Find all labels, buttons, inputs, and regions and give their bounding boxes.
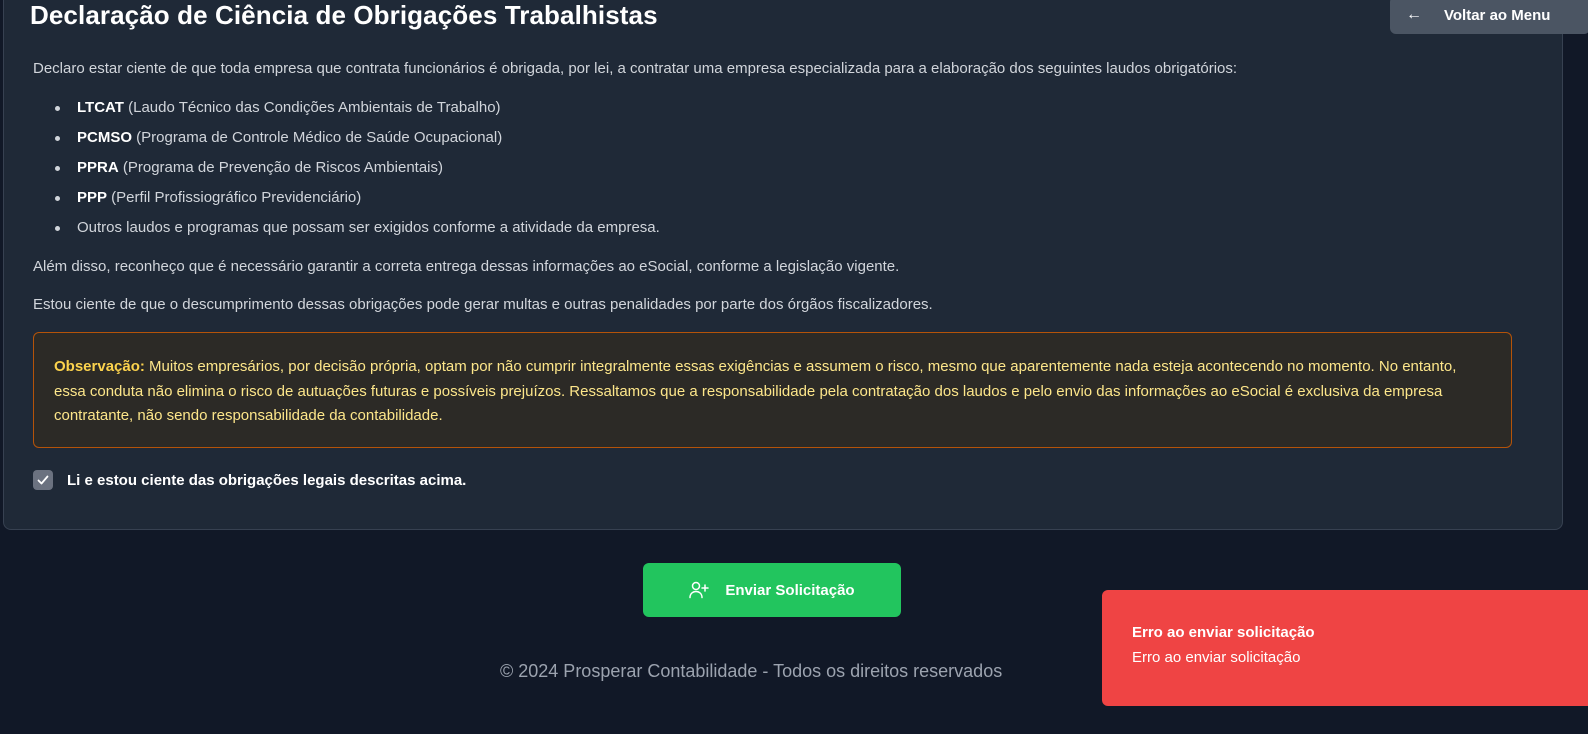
checkbox-label[interactable]: Li e estou ciente das obrigações legais … (67, 472, 466, 489)
report-desc: (Laudo Técnico das Condições Ambientais … (123, 99, 501, 116)
list-item: PCMSO (Programa de Controle Médico de Sa… (55, 127, 660, 157)
page: Declaração de Ciência de Obrigações Trab… (0, 0, 1588, 734)
toast-description: Erro ao enviar solicitação (1132, 649, 1301, 666)
reports-list: LTCAT (Laudo Técnico das Condições Ambie… (55, 97, 660, 247)
submit-button-label: Enviar Solicitação (725, 581, 855, 599)
esocial-text: Além disso, reconheço que é necessário g… (33, 258, 900, 275)
acknowledge-checkbox-row[interactable]: Li e estou ciente das obrigações legais … (33, 470, 466, 490)
observation-notice: Observação: Muitos empresários, por deci… (33, 332, 1512, 448)
page-title: Declaração de Ciência de Obrigações Trab… (30, 0, 658, 30)
report-desc: Outros laudos e programas que possam ser… (77, 219, 660, 236)
notice-label: Observação: (54, 358, 145, 375)
toast-title: Erro ao enviar solicitação (1132, 624, 1315, 641)
intro-text: Declaro estar ciente de que toda empresa… (33, 60, 1238, 77)
report-desc: (Programa de Controle Médico de Saúde Oc… (132, 129, 503, 146)
arrow-left-icon: ← (1406, 6, 1422, 23)
report-code: PPP (77, 189, 108, 206)
list-item: Outros laudos e programas que possam ser… (55, 217, 660, 247)
report-code: PCMSO (77, 129, 133, 146)
submit-request-button[interactable]: Enviar Solicitação (643, 563, 901, 617)
error-toast[interactable]: Erro ao enviar solicitação Erro ao envia… (1102, 590, 1588, 706)
user-plus-icon (689, 581, 710, 599)
report-desc: (Perfil Profissiográfico Previdenciário) (107, 189, 362, 206)
acknowledge-checkbox[interactable] (33, 470, 53, 490)
notice-text: Muitos empresários, por decisão própria,… (54, 358, 1457, 424)
back-button-label: Voltar ao Menu (1444, 6, 1551, 24)
report-code: LTCAT (77, 99, 124, 116)
penalties-text: Estou ciente de que o descumprimento des… (33, 296, 933, 313)
list-item: PPRA (Programa de Prevenção de Riscos Am… (55, 157, 660, 187)
list-item: LTCAT (Laudo Técnico das Condições Ambie… (55, 97, 660, 127)
back-to-menu-button[interactable]: ← Voltar ao Menu (1390, 0, 1588, 34)
report-desc: (Programa de Prevenção de Riscos Ambient… (118, 159, 444, 176)
report-code: PPRA (77, 159, 119, 176)
list-item: PPP (Perfil Profissiográfico Previdenciá… (55, 187, 660, 217)
check-icon (37, 475, 49, 485)
footer-copyright: © 2024 Prosperar Contabilidade - Todos o… (500, 661, 1003, 681)
